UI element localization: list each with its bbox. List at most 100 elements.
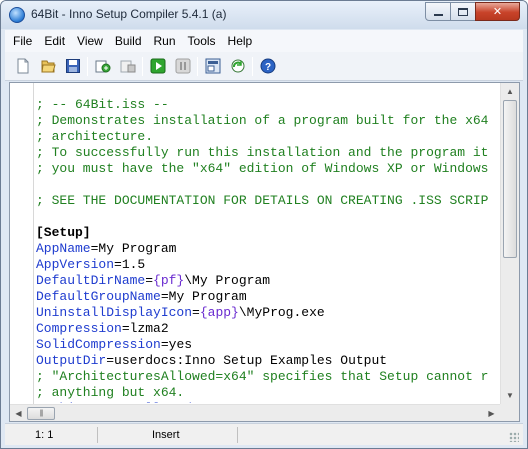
code-key: Compression	[36, 321, 122, 336]
code-line[interactable]: ; architecture.	[36, 129, 500, 145]
pause-button[interactable]	[174, 57, 192, 75]
title-bar[interactable]: 64Bit - Inno Setup Compiler 5.4.1 (a) ✕	[1, 1, 527, 29]
code-line[interactable]: ArchitecturesAllowed=x64	[36, 401, 500, 403]
code-constant: {app}	[199, 305, 239, 320]
code-constant: {pf}	[153, 273, 185, 288]
code-equals: =	[160, 337, 169, 352]
code-line[interactable]: OutputDir=userdocs:Inno Setup Examples O…	[36, 353, 500, 369]
scroll-up-icon[interactable]: ▲	[501, 83, 519, 100]
code-line[interactable]: Compression=lzma2	[36, 321, 500, 337]
open-icon	[41, 60, 56, 73]
status-bar: 1: 1 Insert	[5, 423, 523, 445]
code-line[interactable]: ; To successfully run this installation …	[36, 145, 500, 161]
new-icon	[17, 58, 29, 74]
code-line[interactable]	[36, 209, 500, 225]
toolbar-separator	[142, 57, 143, 76]
code-line[interactable]: AppName=My Program	[36, 241, 500, 257]
menu-help[interactable]: Help	[222, 31, 259, 51]
app-window: 64Bit - Inno Setup Compiler 5.4.1 (a) ✕ …	[0, 0, 528, 449]
code-value: x64	[200, 401, 223, 403]
code-line[interactable]: [Setup]	[36, 225, 500, 241]
maximize-button[interactable]	[450, 2, 476, 21]
stop-compile-button[interactable]	[119, 57, 137, 75]
code-line[interactable]: SolidCompression=yes	[36, 337, 500, 353]
code-key: AppName	[36, 241, 91, 256]
code-key: DefaultDirName	[36, 273, 146, 288]
code-line[interactable]: ; SEE THE DOCUMENTATION FOR DETAILS ON C…	[36, 193, 500, 209]
save-button[interactable]	[64, 57, 82, 75]
cursor-position: 1: 1	[35, 429, 54, 441]
code-value: 1.5	[121, 257, 146, 272]
code-equals: =	[160, 289, 169, 304]
code-equals: =	[106, 353, 115, 368]
code-line[interactable]: ; anything but x64.	[36, 385, 500, 401]
code-line[interactable]: DefaultDirName={pf}\My Program	[36, 273, 500, 289]
code-area[interactable]: ; -- 64Bit.iss --; Demonstrates installa…	[36, 97, 500, 403]
code-editor[interactable]: ; -- 64Bit.iss --; Demonstrates installa…	[9, 82, 520, 422]
code-key: OutputDir	[36, 353, 107, 368]
resize-grip-icon[interactable]	[509, 432, 519, 442]
code-comment: ; "ArchitecturesAllowed=x64" specifies t…	[36, 369, 489, 384]
close-button[interactable]: ✕	[475, 2, 520, 21]
code-line[interactable]: UninstallDisplayIcon={app}\MyProg.exe	[36, 305, 500, 321]
code-key: DefaultGroupName	[36, 289, 161, 304]
minimize-button[interactable]	[425, 2, 451, 21]
new-button[interactable]	[14, 57, 32, 75]
code-comment: ; architecture.	[36, 129, 154, 144]
status-divider	[237, 427, 238, 443]
menu-run[interactable]: Run	[148, 31, 182, 51]
menu-edit[interactable]: Edit	[38, 31, 71, 51]
code-value: yes	[168, 337, 193, 352]
scroll-down-icon[interactable]: ▼	[501, 387, 519, 404]
toolbar-separator	[252, 57, 253, 76]
toolbar-separator	[87, 57, 88, 76]
horizontal-scroll-thumb[interactable]: |||	[27, 407, 55, 420]
vertical-scrollbar[interactable]: ▲ ▼	[500, 83, 519, 404]
code-value: My Program	[168, 289, 247, 304]
insert-mode-indicator: Insert	[152, 429, 180, 441]
code-equals: =	[192, 401, 200, 403]
code-line[interactable]	[36, 177, 500, 193]
vertical-scroll-thumb[interactable]	[503, 100, 517, 258]
editor-gutter[interactable]	[10, 83, 34, 404]
code-value: \MyProg.exe	[238, 305, 325, 320]
code-comment: ; To successfully run this installation …	[36, 145, 489, 160]
code-line[interactable]: DefaultGroupName=My Program	[36, 289, 500, 305]
scroll-right-icon[interactable]: ▶	[483, 405, 500, 421]
code-comment: ; Demonstrates installation of a program…	[36, 113, 489, 128]
target-setup-button[interactable]	[204, 57, 222, 75]
close-icon: ✕	[492, 6, 503, 18]
code-line[interactable]: ; "ArchitecturesAllowed=x64" specifies t…	[36, 369, 500, 385]
menu-build[interactable]: Build	[109, 31, 148, 51]
code-key: ArchitecturesAllowed	[36, 401, 192, 403]
compile-button[interactable]	[94, 57, 112, 75]
target-setup-icon	[205, 58, 221, 74]
open-button[interactable]	[39, 57, 57, 75]
code-line[interactable]: ; you must have the "x64" edition of Win…	[36, 161, 500, 177]
menu-bar: File Edit View Build Run Tools Help	[5, 30, 523, 52]
code-section: [Setup]	[36, 225, 91, 240]
menu-tools[interactable]: Tools	[182, 31, 222, 51]
menu-view[interactable]: View	[71, 31, 109, 51]
run-button[interactable]	[149, 57, 167, 75]
code-line[interactable]: ; Demonstrates installation of a program…	[36, 113, 500, 129]
code-key: UninstallDisplayIcon	[36, 305, 193, 320]
code-value: My Program	[98, 241, 177, 256]
scroll-corner	[500, 404, 519, 421]
code-comment: ; SEE THE DOCUMENTATION FOR DETAILS ON C…	[36, 193, 489, 208]
window-title: 64Bit - Inno Setup Compiler 5.4.1 (a)	[31, 7, 227, 21]
code-line[interactable]: ; -- 64Bit.iss --	[36, 97, 500, 113]
code-line[interactable]: AppVersion=1.5	[36, 257, 500, 273]
target-uninstall-button[interactable]	[229, 57, 247, 75]
help-button[interactable]: ?	[259, 57, 277, 75]
scroll-left-icon[interactable]: ◀	[10, 405, 27, 421]
code-equals: =	[114, 257, 122, 272]
code-key: SolidCompression	[36, 337, 161, 352]
menu-file[interactable]: File	[5, 31, 38, 51]
run-icon	[150, 58, 166, 74]
compile-icon	[95, 60, 111, 73]
inno-setup-icon[interactable]	[9, 7, 25, 23]
minimize-icon	[433, 13, 443, 16]
code-comment: ; you must have the "x64" edition of Win…	[36, 161, 489, 176]
horizontal-scrollbar[interactable]: ◀ ||| ▶	[10, 404, 500, 421]
